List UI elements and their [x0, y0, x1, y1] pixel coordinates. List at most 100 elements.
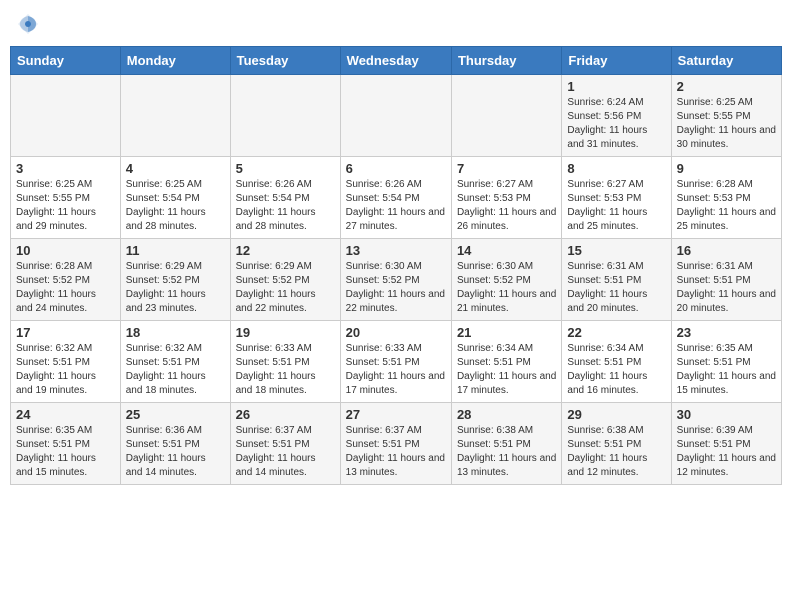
calendar-table: SundayMondayTuesdayWednesdayThursdayFrid… — [10, 46, 782, 485]
day-info: Sunrise: 6:34 AM Sunset: 5:51 PM Dayligh… — [567, 342, 665, 398]
day-number: 25 — [126, 407, 225, 422]
calendar-week-row: 24 Sunrise: 6:35 AM Sunset: 5:51 PM Dayli… — [11, 403, 782, 485]
calendar-day-cell: 12 Sunrise: 6:29 AM Sunset: 5:52 PM Dayli… — [230, 239, 340, 321]
day-info: Sunrise: 6:29 AM Sunset: 5:52 PM Dayligh… — [126, 260, 225, 316]
day-number: 1 — [567, 79, 665, 94]
calendar-week-row: 1 Sunrise: 6:24 AM Sunset: 5:56 PM Daylig… — [11, 75, 782, 157]
day-number: 12 — [236, 243, 335, 258]
calendar-day-cell: 22 Sunrise: 6:34 AM Sunset: 5:51 PM Dayli… — [562, 321, 671, 403]
day-info: Sunrise: 6:28 AM Sunset: 5:52 PM Dayligh… — [16, 260, 115, 316]
calendar-day-cell: 4Sunrise: 6:25 AM Sunset: 5:54 PM Daylig… — [120, 157, 230, 239]
weekday-header: Tuesday — [230, 47, 340, 75]
calendar-day-cell: 7 Sunrise: 6:27 AM Sunset: 5:53 PM Daylig… — [451, 157, 561, 239]
day-info: Sunrise: 6:33 AM Sunset: 5:51 PM Dayligh… — [236, 342, 335, 398]
logo-icon — [14, 10, 42, 38]
weekday-header: Wednesday — [340, 47, 451, 75]
day-info: Sunrise: 6:35 AM Sunset: 5:51 PM Dayligh… — [677, 342, 776, 398]
day-info: Sunrise: 6:27 AM Sunset: 5:53 PM Dayligh… — [457, 178, 556, 234]
calendar-day-cell: 13 Sunrise: 6:30 AM Sunset: 5:52 PM Dayli… — [340, 239, 451, 321]
calendar-day-cell — [340, 75, 451, 157]
day-number: 18 — [126, 325, 225, 340]
weekday-header: Monday — [120, 47, 230, 75]
calendar-day-cell: 6 Sunrise: 6:26 AM Sunset: 5:54 PM Daylig… — [340, 157, 451, 239]
day-number: 13 — [346, 243, 446, 258]
day-info: Sunrise: 6:33 AM Sunset: 5:51 PM Dayligh… — [346, 342, 446, 398]
day-info: Sunrise: 6:25 AM Sunset: 5:55 PM Dayligh… — [677, 96, 776, 152]
calendar-week-row: 17Sunrise: 6:32 AM Sunset: 5:51 PM Dayli… — [11, 321, 782, 403]
day-info: Sunrise: 6:30 AM Sunset: 5:52 PM Dayligh… — [346, 260, 446, 316]
page-header — [10, 10, 782, 38]
day-number: 11 — [126, 243, 225, 258]
calendar-day-cell: 25 Sunrise: 6:36 AM Sunset: 5:51 PM Dayli… — [120, 403, 230, 485]
day-info: Sunrise: 6:31 AM Sunset: 5:51 PM Dayligh… — [567, 260, 665, 316]
logo — [14, 10, 46, 38]
calendar-day-cell: 23 Sunrise: 6:35 AM Sunset: 5:51 PM Dayli… — [671, 321, 781, 403]
day-number: 20 — [346, 325, 446, 340]
calendar-day-cell: 21 Sunrise: 6:34 AM Sunset: 5:51 PM Dayli… — [451, 321, 561, 403]
calendar-week-row: 3Sunrise: 6:25 AM Sunset: 5:55 PM Daylig… — [11, 157, 782, 239]
day-info: Sunrise: 6:26 AM Sunset: 5:54 PM Dayligh… — [346, 178, 446, 234]
day-number: 30 — [677, 407, 776, 422]
calendar-day-cell: 17Sunrise: 6:32 AM Sunset: 5:51 PM Dayli… — [11, 321, 121, 403]
day-info: Sunrise: 6:29 AM Sunset: 5:52 PM Dayligh… — [236, 260, 335, 316]
calendar-day-cell: 5 Sunrise: 6:26 AM Sunset: 5:54 PM Daylig… — [230, 157, 340, 239]
day-number: 6 — [346, 161, 446, 176]
calendar-day-cell: 26 Sunrise: 6:37 AM Sunset: 5:51 PM Dayli… — [230, 403, 340, 485]
day-info: Sunrise: 6:30 AM Sunset: 5:52 PM Dayligh… — [457, 260, 556, 316]
day-info: Sunrise: 6:32 AM Sunset: 5:51 PM Dayligh… — [16, 342, 115, 398]
day-number: 22 — [567, 325, 665, 340]
day-info: Sunrise: 6:34 AM Sunset: 5:51 PM Dayligh… — [457, 342, 556, 398]
day-info: Sunrise: 6:28 AM Sunset: 5:53 PM Dayligh… — [677, 178, 776, 234]
day-number: 16 — [677, 243, 776, 258]
day-number: 14 — [457, 243, 556, 258]
calendar-day-cell: 20 Sunrise: 6:33 AM Sunset: 5:51 PM Dayli… — [340, 321, 451, 403]
day-number: 5 — [236, 161, 335, 176]
calendar-day-cell: 24 Sunrise: 6:35 AM Sunset: 5:51 PM Dayli… — [11, 403, 121, 485]
weekday-header: Saturday — [671, 47, 781, 75]
calendar-day-cell: 8Sunrise: 6:27 AM Sunset: 5:53 PM Daylig… — [562, 157, 671, 239]
day-number: 24 — [16, 407, 115, 422]
calendar-day-cell: 27Sunrise: 6:37 AM Sunset: 5:51 PM Dayli… — [340, 403, 451, 485]
day-number: 23 — [677, 325, 776, 340]
day-info: Sunrise: 6:35 AM Sunset: 5:51 PM Dayligh… — [16, 424, 115, 480]
day-info: Sunrise: 6:37 AM Sunset: 5:51 PM Dayligh… — [236, 424, 335, 480]
day-info: Sunrise: 6:26 AM Sunset: 5:54 PM Dayligh… — [236, 178, 335, 234]
day-number: 2 — [677, 79, 776, 94]
calendar-day-cell: 11 Sunrise: 6:29 AM Sunset: 5:52 PM Dayli… — [120, 239, 230, 321]
calendar-day-cell: 16 Sunrise: 6:31 AM Sunset: 5:51 PM Dayli… — [671, 239, 781, 321]
day-info: Sunrise: 6:39 AM Sunset: 5:51 PM Dayligh… — [677, 424, 776, 480]
day-number: 26 — [236, 407, 335, 422]
day-info: Sunrise: 6:36 AM Sunset: 5:51 PM Dayligh… — [126, 424, 225, 480]
calendar-day-cell — [230, 75, 340, 157]
weekday-header: Friday — [562, 47, 671, 75]
weekday-header: Sunday — [11, 47, 121, 75]
calendar-day-cell — [451, 75, 561, 157]
weekday-header: Thursday — [451, 47, 561, 75]
calendar-header-row: SundayMondayTuesdayWednesdayThursdayFrid… — [11, 47, 782, 75]
day-number: 8 — [567, 161, 665, 176]
calendar-day-cell: 15 Sunrise: 6:31 AM Sunset: 5:51 PM Dayli… — [562, 239, 671, 321]
day-number: 27 — [346, 407, 446, 422]
day-info: Sunrise: 6:24 AM Sunset: 5:56 PM Dayligh… — [567, 96, 665, 152]
calendar-day-cell — [120, 75, 230, 157]
calendar-day-cell: 29Sunrise: 6:38 AM Sunset: 5:51 PM Dayli… — [562, 403, 671, 485]
day-info: Sunrise: 6:32 AM Sunset: 5:51 PM Dayligh… — [126, 342, 225, 398]
calendar-day-cell: 19 Sunrise: 6:33 AM Sunset: 5:51 PM Dayli… — [230, 321, 340, 403]
calendar-day-cell: 28Sunrise: 6:38 AM Sunset: 5:51 PM Dayli… — [451, 403, 561, 485]
day-number: 9 — [677, 161, 776, 176]
day-number: 15 — [567, 243, 665, 258]
day-number: 7 — [457, 161, 556, 176]
day-number: 10 — [16, 243, 115, 258]
calendar-day-cell: 14 Sunrise: 6:30 AM Sunset: 5:52 PM Dayli… — [451, 239, 561, 321]
calendar-day-cell — [11, 75, 121, 157]
calendar-day-cell: 2 Sunrise: 6:25 AM Sunset: 5:55 PM Daylig… — [671, 75, 781, 157]
day-info: Sunrise: 6:38 AM Sunset: 5:51 PM Dayligh… — [457, 424, 556, 480]
day-info: Sunrise: 6:25 AM Sunset: 5:54 PM Dayligh… — [126, 178, 225, 234]
day-number: 21 — [457, 325, 556, 340]
day-number: 19 — [236, 325, 335, 340]
calendar-day-cell: 1 Sunrise: 6:24 AM Sunset: 5:56 PM Daylig… — [562, 75, 671, 157]
day-info: Sunrise: 6:25 AM Sunset: 5:55 PM Dayligh… — [16, 178, 115, 234]
calendar-week-row: 10 Sunrise: 6:28 AM Sunset: 5:52 PM Dayli… — [11, 239, 782, 321]
day-info: Sunrise: 6:31 AM Sunset: 5:51 PM Dayligh… — [677, 260, 776, 316]
day-info: Sunrise: 6:38 AM Sunset: 5:51 PM Dayligh… — [567, 424, 665, 480]
